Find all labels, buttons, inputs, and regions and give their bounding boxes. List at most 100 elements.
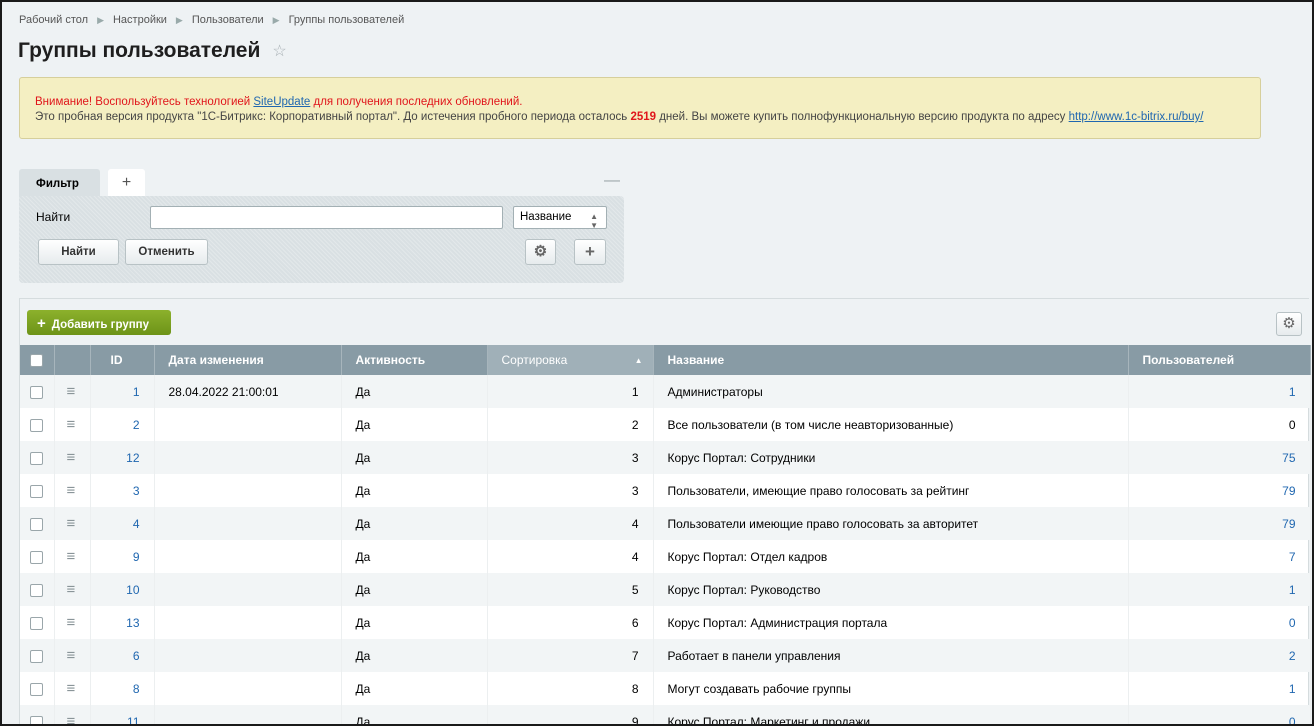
table-row[interactable]: ≡ 8 Да 8 Могут создавать рабочие группы 1 <box>20 672 1311 705</box>
row-checkbox-cell[interactable] <box>20 375 55 408</box>
row-actions-cell[interactable]: ≡ <box>54 507 91 540</box>
row-checkbox[interactable] <box>30 649 43 663</box>
table-row[interactable]: ≡ 3 Да 3 Пользователи, имеющие право голосов… <box>20 474 1311 507</box>
row-actions-cell[interactable]: ≡ <box>54 672 91 705</box>
breadcrumb-item[interactable]: Группы пользователей <box>289 14 405 26</box>
cell-name[interactable]: Могут создавать рабочие группы <box>653 672 1129 705</box>
row-menu-icon[interactable]: ≡ <box>67 614 76 631</box>
cell-name[interactable]: Пользователи имеющие право голосовать за… <box>653 507 1129 540</box>
cell-users[interactable]: 75 <box>1128 441 1311 474</box>
table-row[interactable]: ≡ 4 Да 4 Пользователи имеющие право голосова… <box>20 507 1311 540</box>
row-actions-cell[interactable]: ≡ <box>54 408 91 441</box>
row-checkbox[interactable] <box>30 517 43 531</box>
filter-tab[interactable]: Фильтр <box>19 169 100 197</box>
row-checkbox[interactable] <box>30 484 43 498</box>
row-checkbox[interactable] <box>30 583 43 597</box>
add-group-button[interactable]: + Добавить группу <box>27 310 171 335</box>
cell-name[interactable]: Все пользователи (в том числе неавторизо… <box>653 408 1129 441</box>
table-row[interactable]: ≡ 13 Да 6 Корус Портал: Администрация портал… <box>20 606 1311 639</box>
row-checkbox[interactable] <box>30 418 43 432</box>
column-header-sort[interactable]: Сортировка ▲ <box>487 345 654 375</box>
buy-link[interactable]: http://www.1c-bitrix.ru/buy/ <box>1069 111 1204 123</box>
cell-users[interactable]: 7 <box>1128 540 1311 573</box>
grid-settings-gear-icon[interactable]: ⚙ <box>1276 312 1302 336</box>
column-header-name[interactable]: Название <box>653 345 1129 375</box>
row-checkbox[interactable] <box>30 550 43 564</box>
table-row[interactable]: ≡ 12 Да 3 Корус Портал: Сотрудники 75 <box>20 441 1311 474</box>
cell-users[interactable]: 1 <box>1128 672 1311 705</box>
filter-settings-gear-icon[interactable]: ⚙ <box>525 239 556 265</box>
row-menu-icon[interactable]: ≡ <box>67 383 76 400</box>
row-menu-icon[interactable]: ≡ <box>67 449 76 466</box>
row-menu-icon[interactable]: ≡ <box>67 515 76 532</box>
row-menu-icon[interactable]: ≡ <box>67 416 76 433</box>
row-checkbox-cell[interactable] <box>20 639 55 672</box>
select-all-checkbox[interactable] <box>30 354 43 368</box>
row-checkbox[interactable] <box>30 385 43 399</box>
breadcrumb-item[interactable]: Настройки <box>113 14 167 26</box>
cell-users[interactable]: 1 <box>1128 375 1311 408</box>
cell-users[interactable]: 1 <box>1128 573 1311 606</box>
row-checkbox[interactable] <box>30 616 43 630</box>
cell-id[interactable]: 10 <box>90 573 155 606</box>
row-menu-icon[interactable]: ≡ <box>67 680 76 697</box>
column-header-users[interactable]: Пользователей <box>1128 345 1311 375</box>
breadcrumb-item[interactable]: Рабочий стол <box>19 14 88 26</box>
cancel-button[interactable]: Отменить <box>125 239 208 265</box>
table-row[interactable]: ≡ 11 Да 9 Корус Портал: Маркетинг и продажи 0 <box>20 705 1311 724</box>
column-header-date[interactable]: Дата изменения <box>154 345 342 375</box>
table-row[interactable]: ≡ 1 28.04.2022 21:00:01 Да 1 Администраторы 1 <box>20 375 1311 408</box>
cell-users[interactable]: 79 <box>1128 507 1311 540</box>
siteupdate-link[interactable]: SiteUpdate <box>253 96 310 108</box>
cell-name[interactable]: Корус Портал: Маркетинг и продажи <box>653 705 1129 724</box>
cell-id[interactable]: 6 <box>90 639 155 672</box>
table-row[interactable]: ≡ 9 Да 4 Корус Портал: Отдел кадров 7 <box>20 540 1311 573</box>
row-checkbox[interactable] <box>30 451 43 465</box>
row-actions-cell[interactable]: ≡ <box>54 375 91 408</box>
cell-id[interactable]: 8 <box>90 672 155 705</box>
cell-name[interactable]: Работает в панели управления <box>653 639 1129 672</box>
cell-users[interactable]: 0 <box>1128 705 1311 724</box>
row-actions-cell[interactable]: ≡ <box>54 540 91 573</box>
row-actions-cell[interactable]: ≡ <box>54 474 91 507</box>
cell-id[interactable]: 12 <box>90 441 155 474</box>
row-actions-cell[interactable]: ≡ <box>54 705 91 724</box>
table-row[interactable]: ≡ 10 Да 5 Корус Портал: Руководство 1 <box>20 573 1311 606</box>
cell-name[interactable]: Корус Портал: Сотрудники <box>653 441 1129 474</box>
row-checkbox-cell[interactable] <box>20 540 55 573</box>
row-menu-icon[interactable]: ≡ <box>67 647 76 664</box>
row-checkbox[interactable] <box>30 682 43 696</box>
row-checkbox[interactable] <box>30 715 43 724</box>
cell-users[interactable]: 0 <box>1128 606 1311 639</box>
cell-id[interactable]: 1 <box>90 375 155 408</box>
row-actions-cell[interactable]: ≡ <box>54 441 91 474</box>
cell-name[interactable]: Пользователи, имеющие право голосовать з… <box>653 474 1129 507</box>
row-menu-icon[interactable]: ≡ <box>67 548 76 565</box>
cell-id[interactable]: 4 <box>90 507 155 540</box>
cell-id[interactable]: 11 <box>90 705 155 724</box>
row-actions-cell[interactable]: ≡ <box>54 639 91 672</box>
minimize-filter-icon[interactable]: — <box>604 172 620 190</box>
cell-name[interactable]: Корус Портал: Руководство <box>653 573 1129 606</box>
search-field-select[interactable]: Название ▲ ▼ <box>513 206 607 230</box>
table-row[interactable]: ≡ 2 Да 2 Все пользователи (в том числе неавт… <box>20 408 1311 441</box>
cell-users[interactable]: 2 <box>1128 639 1311 672</box>
search-input[interactable] <box>150 206 503 229</box>
cell-name[interactable]: Корус Портал: Администрация портала <box>653 606 1129 639</box>
add-filter-tab-icon[interactable]: + <box>108 169 145 197</box>
cell-users[interactable]: 79 <box>1128 474 1311 507</box>
row-checkbox-cell[interactable] <box>20 672 55 705</box>
row-actions-cell[interactable]: ≡ <box>54 573 91 606</box>
row-menu-icon[interactable]: ≡ <box>67 581 76 598</box>
row-actions-cell[interactable]: ≡ <box>54 606 91 639</box>
row-checkbox-cell[interactable] <box>20 573 55 606</box>
select-all-checkbox-cell[interactable] <box>20 345 55 375</box>
row-checkbox-cell[interactable] <box>20 507 55 540</box>
add-filter-field-icon[interactable]: + <box>574 239 606 265</box>
cell-id[interactable]: 13 <box>90 606 155 639</box>
row-checkbox-cell[interactable] <box>20 408 55 441</box>
row-menu-icon[interactable]: ≡ <box>67 482 76 499</box>
row-checkbox-cell[interactable] <box>20 441 55 474</box>
cell-id[interactable]: 9 <box>90 540 155 573</box>
cell-name[interactable]: Администраторы <box>653 375 1129 408</box>
